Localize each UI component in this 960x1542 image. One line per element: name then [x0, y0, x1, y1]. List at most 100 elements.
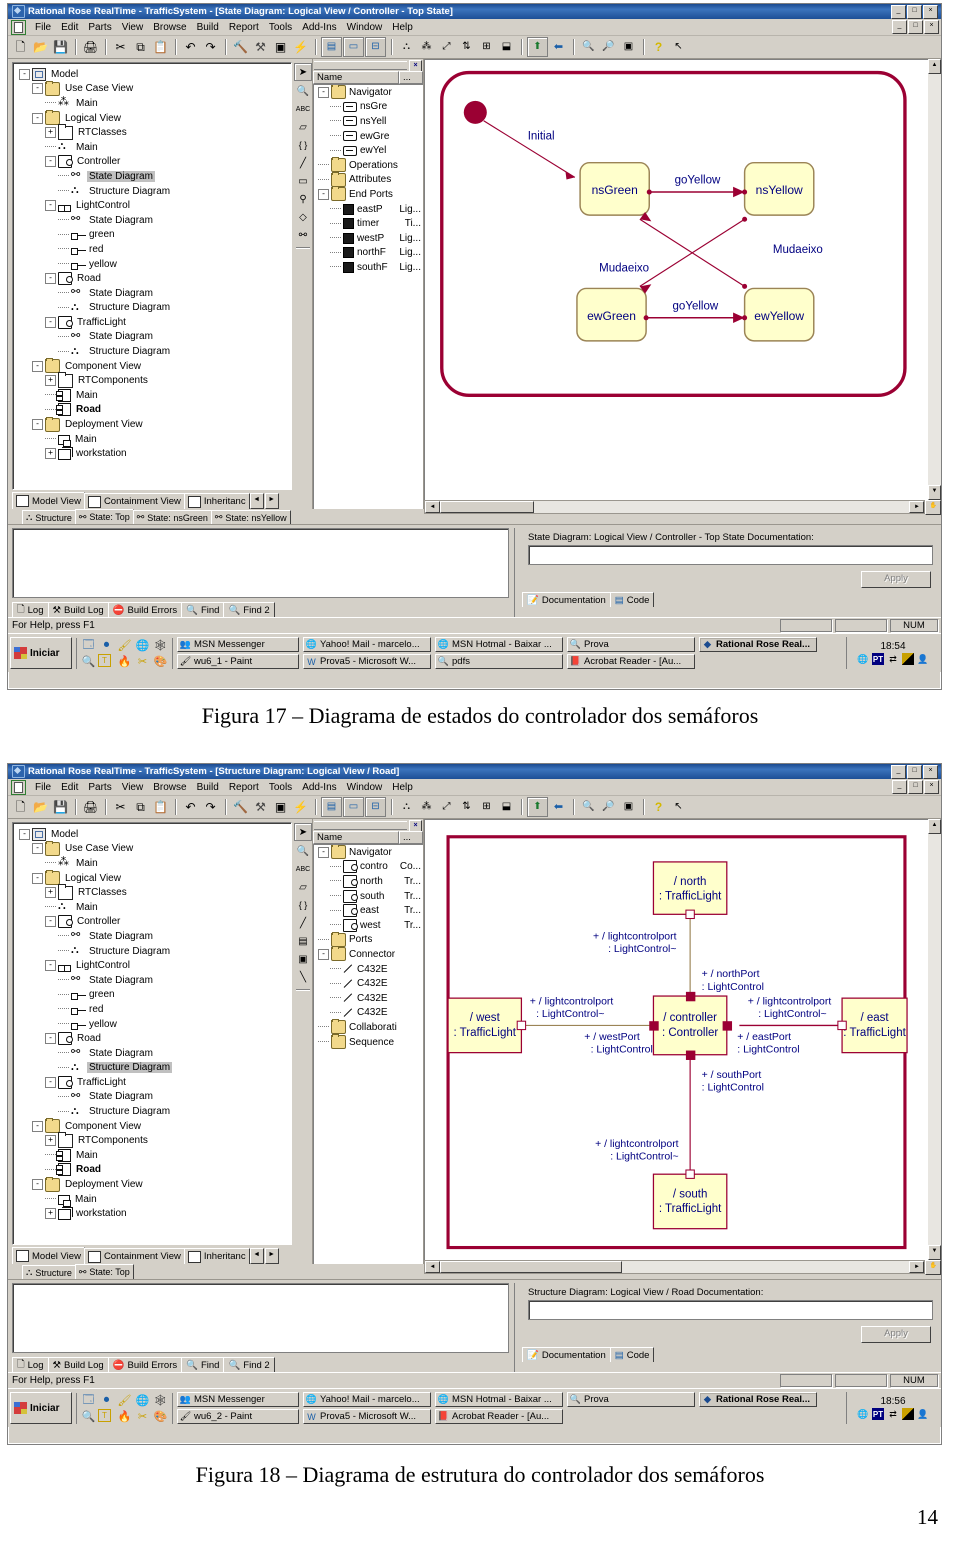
- navigator-tree[interactable]: - Navigator nsGre nsYell ewGre ewYel Operation…: [313, 84, 423, 509]
- apply-button[interactable]: Apply: [861, 1326, 931, 1343]
- tree-item[interactable]: red: [15, 242, 289, 257]
- horizontal-scrollbar[interactable]: ◄ ►: [424, 1260, 926, 1275]
- display-tray-icon[interactable]: [902, 1408, 914, 1420]
- note-anchor-icon[interactable]: { }: [295, 137, 311, 153]
- taskbar-button-rational-rose[interactable]: ◆ Rational Rose Real...: [699, 1392, 817, 1407]
- tree-item[interactable]: green: [15, 228, 289, 243]
- usb-tray-icon[interactable]: ⇄: [887, 1408, 899, 1420]
- taskbar-button-hotmail[interactable]: 🌐 MSN Hotmal - Baixar ...: [435, 637, 563, 652]
- collapse-toggle-icon[interactable]: -: [45, 1033, 56, 1045]
- menu-item-file[interactable]: File: [30, 781, 56, 794]
- navigator-item[interactable]: southF Lig...: [314, 260, 423, 275]
- log-tab-find-2[interactable]: 🔍 Find 2: [223, 1357, 275, 1372]
- tree-item[interactable]: ⚯ State Diagram: [15, 286, 289, 301]
- navigator-close-icon[interactable]: ×: [409, 59, 422, 72]
- tree-item[interactable]: - Model: [15, 67, 289, 82]
- collapse-toggle-icon[interactable]: -: [318, 188, 329, 200]
- menu-item-tools[interactable]: Tools: [264, 21, 297, 34]
- tree-item[interactable]: ⚯ State Diagram: [15, 330, 289, 345]
- redo-icon[interactable]: ↷: [201, 798, 220, 816]
- structure-diagram-canvas[interactable]: / north : TrafficLight + / lightcontrolp…: [424, 819, 928, 1261]
- column-header-type[interactable]: ...: [399, 71, 423, 84]
- usecase-diagram-icon[interactable]: ⁂: [417, 798, 436, 816]
- maximize-button[interactable]: □: [907, 4, 922, 19]
- tree-item[interactable]: - TrafficLight: [15, 1075, 289, 1090]
- tree-item[interactable]: yellow: [15, 1017, 289, 1032]
- taskbar-button-word[interactable]: W Prova5 - Microsoft W...: [303, 654, 431, 669]
- taskbar-button-acrobat[interactable]: 📕 Acrobat Reader - [Au...: [435, 1409, 563, 1424]
- horizontal-scrollbar[interactable]: ◄ ►: [424, 500, 926, 515]
- navigator-item[interactable]: contro Co...: [314, 860, 423, 875]
- tab-containment-view[interactable]: Containment View: [83, 493, 185, 509]
- model-tree[interactable]: - Model - Use Case View ⁂ Main - Logical View + R…: [12, 822, 292, 1245]
- acrobat-icon[interactable]: 🔥: [116, 1409, 133, 1424]
- menu-item-tools[interactable]: Tools: [264, 781, 297, 794]
- taskbar-button-paint[interactable]: 🖌 wu6_1 - Paint: [177, 654, 299, 669]
- fit-window-icon[interactable]: ▣: [619, 38, 638, 56]
- tree-item[interactable]: red: [15, 1002, 289, 1017]
- collaboration-diagram-icon[interactable]: ⤢: [437, 38, 456, 56]
- tree-item[interactable]: + RTClasses: [15, 123, 289, 140]
- documentation-toggle-icon[interactable]: ▭: [343, 37, 364, 57]
- log-tab-find-2[interactable]: 🔍 Find 2: [223, 602, 275, 617]
- output-toggle-icon[interactable]: ⊟: [365, 797, 386, 817]
- navigator-item[interactable]: nsYell: [314, 114, 423, 129]
- save-icon[interactable]: 💾: [51, 798, 70, 816]
- text-editor-icon[interactable]: T: [98, 1408, 111, 1422]
- tab-containment-view[interactable]: Containment View: [83, 1248, 185, 1264]
- navigator-item[interactable]: - Connector: [314, 946, 423, 962]
- tabs-scroll-left-button[interactable]: ◄: [249, 1248, 264, 1264]
- tree-item[interactable]: - Logical View: [15, 110, 289, 126]
- taskbar-button-msn-messenger[interactable]: 👥 MSN Messenger: [177, 1392, 299, 1407]
- documentation-input[interactable]: [528, 545, 933, 565]
- collapse-toggle-icon[interactable]: -: [45, 1076, 56, 1088]
- collapse-toggle-icon[interactable]: -: [32, 872, 43, 884]
- select-arrow-icon[interactable]: ➤: [294, 63, 312, 81]
- menu-item-report[interactable]: Report: [224, 781, 264, 794]
- menu-item-build[interactable]: Build: [192, 781, 224, 794]
- tree-item[interactable]: Main: [15, 1192, 289, 1208]
- collapse-toggle-icon[interactable]: -: [318, 948, 329, 960]
- display-tray-icon[interactable]: [902, 653, 914, 665]
- tree-item[interactable]: ⚯ State Diagram: [15, 169, 289, 184]
- doc-tab-code[interactable]: ▤ Code: [609, 592, 655, 607]
- zoom-in-icon[interactable]: 🔍: [579, 798, 598, 816]
- sequence-diagram-icon[interactable]: ⇅: [457, 798, 476, 816]
- documentation-toggle-icon[interactable]: ▭: [343, 797, 364, 817]
- navigate-up-icon[interactable]: ⬆: [527, 797, 548, 817]
- user-tray-icon[interactable]: 👤: [917, 1408, 929, 1420]
- scroll-up-button[interactable]: ▲: [928, 819, 941, 834]
- search-icon[interactable]: 🔍: [80, 654, 97, 669]
- undo-icon[interactable]: ↶: [181, 798, 200, 816]
- log-tab-log[interactable]: 🗋 Log: [12, 602, 49, 617]
- browser-toggle-icon[interactable]: ▤: [321, 797, 342, 817]
- print-icon[interactable]: 🖨: [81, 798, 100, 816]
- language-tray-icon[interactable]: PT: [872, 653, 884, 665]
- taskbar-button-prova[interactable]: 🔍 Prova: [567, 637, 695, 652]
- scroll-right-button[interactable]: ►: [909, 1261, 925, 1274]
- menu-item-browse[interactable]: Browse: [148, 21, 191, 34]
- note-icon[interactable]: ▱: [295, 879, 311, 895]
- navigator-item[interactable]: north Tr...: [314, 874, 423, 889]
- mdi-maximize-button[interactable]: □: [908, 20, 923, 34]
- close-button[interactable]: ×: [923, 764, 938, 779]
- navigator-item[interactable]: C432E: [314, 962, 423, 977]
- scroll-left-button[interactable]: ◄: [425, 1261, 440, 1274]
- build-log-output[interactable]: [12, 528, 509, 598]
- navigator-drag-grip[interactable]: [314, 61, 407, 70]
- search-icon[interactable]: 🔍: [80, 1409, 97, 1424]
- navigator-item[interactable]: - Navigator: [314, 85, 423, 100]
- navigator-close-icon[interactable]: ×: [409, 819, 422, 832]
- state-icon[interactable]: ▭: [295, 173, 311, 189]
- desktop-icon[interactable]: 🗔: [80, 1393, 97, 1408]
- tree-item[interactable]: ⁂ Main: [15, 96, 289, 111]
- collapse-toggle-icon[interactable]: -: [32, 419, 43, 431]
- maximize-button[interactable]: □: [907, 764, 922, 779]
- log-tab-find[interactable]: 🔍 Find: [181, 602, 225, 617]
- vertical-scrollbar[interactable]: ▲ ▼: [928, 59, 941, 501]
- doc-tab-documentation[interactable]: 📝 Documentation: [522, 1347, 611, 1362]
- collaboration-diagram-icon[interactable]: ⤢: [437, 798, 456, 816]
- tree-item[interactable]: + RTComponents: [15, 371, 289, 388]
- taskbar-clock[interactable]: 18:56: [880, 1396, 905, 1407]
- model-tree[interactable]: - Model - Use Case View ⁂ Main - Logical View + R…: [12, 62, 292, 490]
